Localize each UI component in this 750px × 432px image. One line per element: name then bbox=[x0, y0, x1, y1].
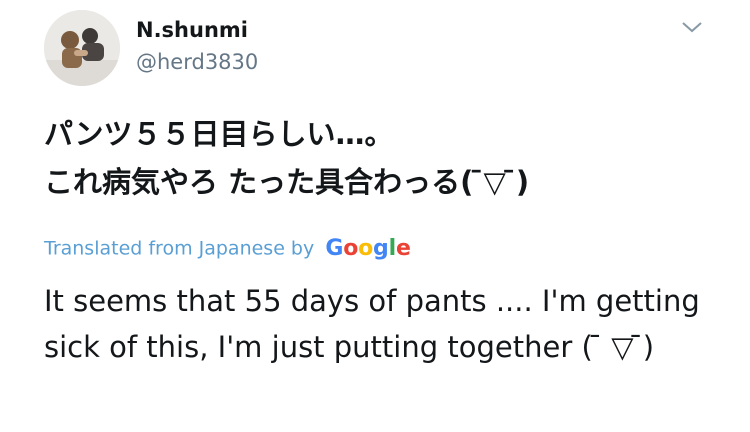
tweet-text: パンツ５５日目らしい…。 これ病気やろ たった具合わっる( ̄▽ ̄) bbox=[44, 110, 734, 206]
google-logo-letter: G bbox=[325, 236, 344, 261]
translated-text: It seems that 55 days of pants .... I'm … bbox=[44, 284, 700, 364]
google-logo-letter: o bbox=[358, 236, 374, 261]
author-name[interactable]: N.shunmi bbox=[136, 18, 248, 42]
google-logo-letter: e bbox=[395, 236, 411, 261]
google-logo-letter: l bbox=[388, 236, 397, 261]
tweet-text-line: これ病気やろ たった具合わっる( ̄▽ ̄) bbox=[44, 165, 530, 199]
tweet-card: N.shunmi @herd3830 パンツ５５日目らしい…。 これ病気やろ た… bbox=[0, 0, 750, 432]
google-logo-letter: o bbox=[343, 236, 359, 261]
google-logo: Google bbox=[325, 236, 411, 261]
google-logo-letter: g bbox=[373, 236, 389, 261]
author-handle[interactable]: @herd3830 bbox=[136, 50, 258, 74]
avatar[interactable] bbox=[44, 10, 120, 86]
tweet-text-line: パンツ５５日目らしい…。 bbox=[44, 117, 394, 151]
translation-label: Translated from Japanese by bbox=[44, 237, 315, 260]
chevron-down-icon[interactable] bbox=[680, 18, 704, 36]
translation-attribution[interactable]: Translated from Japanese by Google bbox=[44, 236, 411, 268]
avatar-photo bbox=[44, 10, 120, 86]
